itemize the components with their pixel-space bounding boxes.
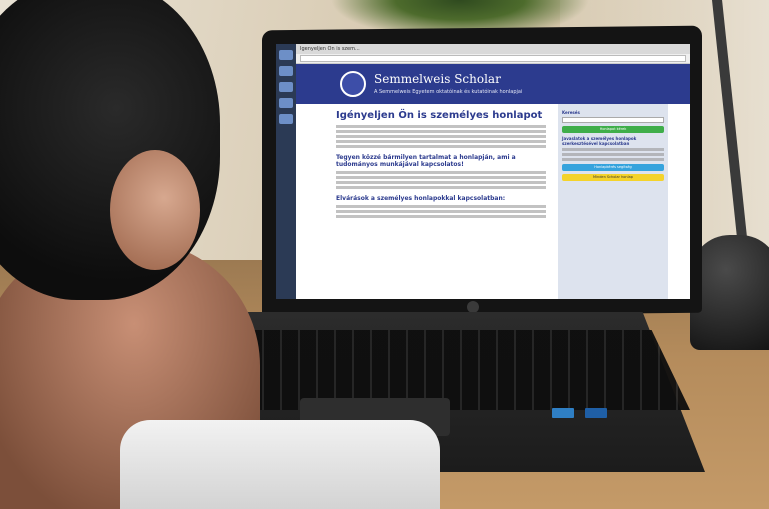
paragraph-line (336, 125, 546, 128)
paragraph-line (336, 186, 546, 189)
site-title: Semmelweis Scholar (374, 72, 501, 86)
browser-tab[interactable]: Igenyeljen On is szem... (296, 44, 690, 54)
hp-logo-icon (467, 301, 479, 313)
paragraph-line (336, 145, 546, 148)
address-bar[interactable] (300, 55, 686, 62)
university-seal-icon (340, 71, 366, 97)
keyboard (210, 330, 690, 410)
search-label: Keresés (562, 110, 580, 115)
main-content: Igényeljen Ön is személyes honlapot Tegy… (336, 106, 546, 220)
taskbar-icon (279, 114, 293, 124)
paragraph-line (336, 140, 546, 143)
section-heading: Tegyen közzé bármilyen tartalmat a honla… (336, 154, 516, 168)
browser-toolbar (296, 54, 690, 64)
paragraph-line (336, 210, 546, 213)
taskbar-icon (279, 98, 293, 108)
paragraph-line (562, 158, 664, 161)
sticker-icon (552, 408, 574, 418)
photo-scene: Igenyeljen On is szem... Semmelweis Scho… (0, 0, 769, 509)
taskbar-icon (279, 82, 293, 92)
site-header: Semmelweis Scholar A Semmelweis Egyetem … (296, 64, 690, 104)
site-subtitle: A Semmelweis Egyetem oktatóinak és kutat… (374, 89, 523, 95)
paragraph-line (336, 130, 546, 133)
os-taskbar (276, 44, 296, 299)
search-input[interactable] (562, 117, 664, 123)
paragraph-line (562, 153, 664, 156)
sidebar-info-heading: Javaslatok a személyes honlapok szerkesz… (562, 136, 637, 146)
browser-window: Igenyeljen On is szem... Semmelweis Scho… (296, 44, 690, 299)
site-sidebar: Keresés Honlapot kérek Javaslatok a szem… (558, 104, 668, 299)
paragraph-line (336, 176, 546, 179)
sticker-icon (585, 408, 607, 418)
person-ear (110, 150, 200, 270)
request-homepage-button[interactable]: Honlapot kérek (562, 126, 664, 133)
page-title: Igényeljen Ön is személyes honlapot (336, 110, 543, 121)
paragraph-line (336, 171, 546, 174)
paragraph-line (336, 205, 546, 208)
taskbar-icon (279, 50, 293, 60)
person-head (0, 0, 220, 300)
section-heading: Elvárások a személyes honlapokkal kapcso… (336, 195, 506, 202)
paragraph-line (562, 148, 664, 151)
all-homepages-button[interactable]: Minden Scholar honlap (562, 174, 664, 181)
person-shirt (120, 420, 440, 509)
paragraph-line (336, 215, 546, 218)
help-button[interactable]: Honlapkérés segítség (562, 164, 664, 171)
paragraph-line (336, 181, 546, 184)
laptop-screen: Igenyeljen On is szem... Semmelweis Scho… (276, 44, 690, 299)
paragraph-line (336, 135, 546, 138)
browser-tab-label: Igenyeljen On is szem... (300, 46, 360, 52)
taskbar-icon (279, 66, 293, 76)
